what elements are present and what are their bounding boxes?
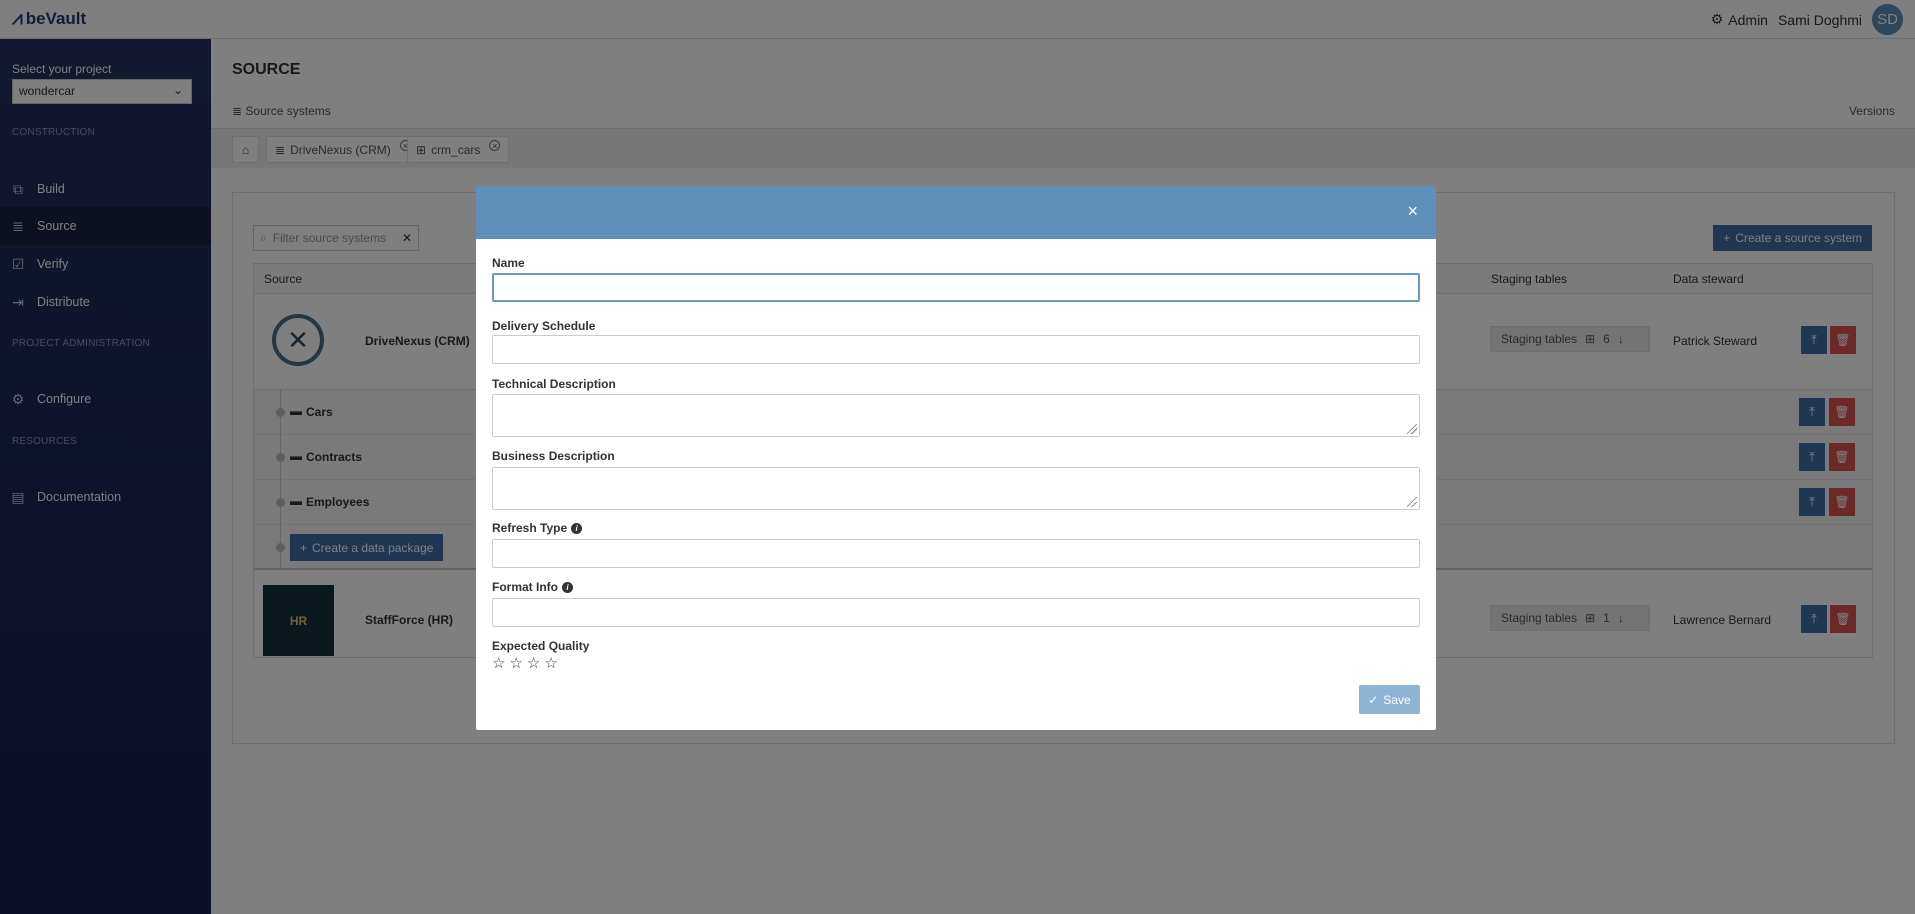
- refresh-type-label: Refresh Type i: [492, 521, 583, 535]
- star-icon[interactable]: ☆: [544, 654, 557, 672]
- create-source-system-modal: × Name Delivery Schedule Technical Descr…: [476, 186, 1436, 730]
- delivery-schedule-field[interactable]: [492, 335, 1420, 364]
- info-icon[interactable]: i: [571, 522, 583, 534]
- star-icon[interactable]: ☆: [492, 654, 505, 672]
- star-icon[interactable]: ☆: [527, 654, 540, 672]
- refresh-type-text: Refresh Type: [492, 521, 568, 535]
- info-icon[interactable]: i: [562, 581, 573, 593]
- business-description-label: Business Description: [492, 449, 615, 463]
- expected-quality-rating: ☆ ☆ ☆ ☆: [492, 654, 558, 672]
- save-button[interactable]: ✓ Save: [1359, 685, 1420, 714]
- name-label: Name: [492, 256, 525, 270]
- name-field[interactable]: [492, 273, 1420, 302]
- close-icon[interactable]: ×: [1407, 201, 1418, 222]
- resize-handle[interactable]: [1407, 424, 1417, 434]
- technical-description-field[interactable]: [492, 394, 1420, 437]
- star-icon[interactable]: ☆: [509, 654, 522, 672]
- business-description-field[interactable]: [492, 467, 1420, 510]
- format-info-text: Format Info: [492, 580, 558, 594]
- resize-handle[interactable]: [1407, 497, 1417, 507]
- refresh-type-field[interactable]: [492, 539, 1420, 568]
- expected-quality-label: Expected Quality: [492, 639, 590, 653]
- modal-header: ×: [476, 186, 1436, 239]
- delivery-schedule-label: Delivery Schedule: [492, 319, 596, 333]
- format-info-label: Format Info i: [492, 580, 573, 594]
- technical-description-label: Technical Description: [492, 377, 616, 391]
- check-icon: ✓: [1368, 692, 1379, 707]
- save-label: Save: [1383, 692, 1411, 707]
- format-info-field[interactable]: [492, 598, 1420, 627]
